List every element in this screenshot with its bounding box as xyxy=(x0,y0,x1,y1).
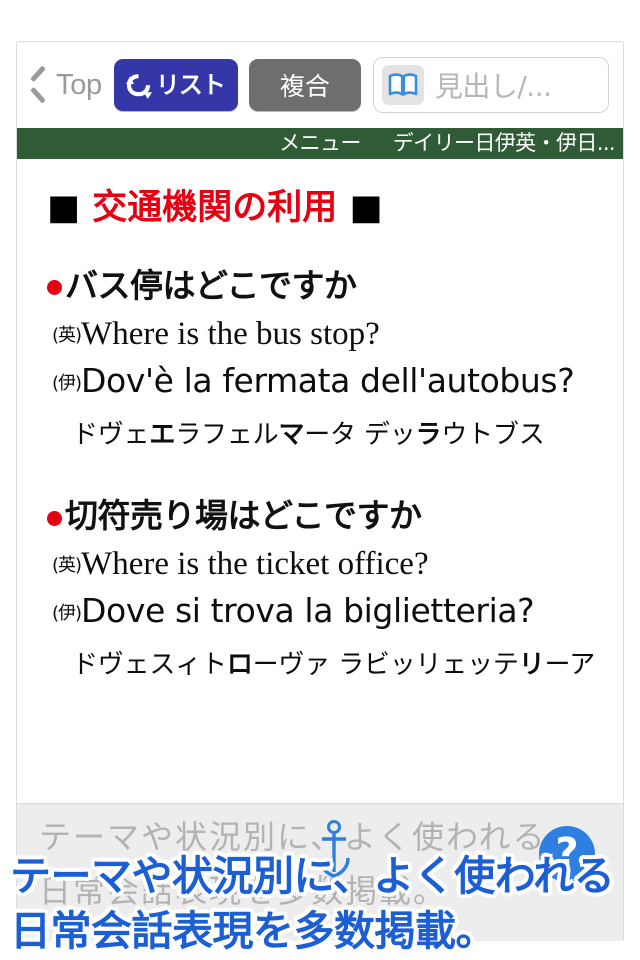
search-placeholder: 見出し/... xyxy=(434,70,552,103)
english-language-tag: (英) xyxy=(52,324,82,346)
dictionary-entry: 切符売り場はどこですか (英)Where is the ticket offic… xyxy=(35,496,611,681)
entry-headword[interactable]: バス停はどこですか xyxy=(47,266,611,306)
entry-headword-text: 切符売り場はどこですか xyxy=(65,496,422,536)
english-sentence: Where is the bus stop? xyxy=(81,315,380,352)
italian-sentence: Dov'è la fermata dell'autobus? xyxy=(81,360,575,400)
english-language-tag: (英) xyxy=(52,555,82,577)
heading-marker-left: ■ xyxy=(47,188,81,228)
entry-pronunciation: ドヴェスィトローヴァ ラビッリェッテリーア xyxy=(72,650,596,681)
anchor-icon xyxy=(317,820,351,880)
italian-language-tag: (伊) xyxy=(52,372,82,394)
section-heading: ■ 交通機関の利用 ■ xyxy=(47,187,611,229)
search-input[interactable]: 見出し/... xyxy=(372,57,609,113)
heading-marker-right: ■ xyxy=(349,188,383,228)
obscured-text-line-1: テーマや状況別に、よく使われる xyxy=(39,818,547,856)
compound-search-label: 複合 xyxy=(279,72,330,101)
entry-english: (英)Where is the bus stop? xyxy=(35,315,611,355)
entry-italian: (伊)Dove si trova la biglietteria? xyxy=(35,591,611,631)
compound-search-button[interactable]: 複合 xyxy=(248,59,361,111)
loop-arrow-icon xyxy=(125,72,152,99)
book-icon[interactable] xyxy=(381,65,424,105)
question-mark-icon[interactable]: ? xyxy=(539,826,595,882)
menu-button[interactable]: メニュー xyxy=(279,133,361,154)
bottom-toolbar-strip: テーマや状況別に、よく使われる 日常会話表現を多数掲載。 ? xyxy=(17,803,623,941)
bullet-icon xyxy=(47,280,62,296)
top-toolbar: Top リスト 複合 見出し/... xyxy=(17,42,623,128)
chevron-left-icon xyxy=(29,69,49,101)
entry-italian: (伊)Dov'è la fermata dell'autobus? xyxy=(35,361,611,401)
green-menu-bar: メニュー デイリー日伊英・伊日... xyxy=(17,128,623,159)
entry-pronunciation: ドヴェエラフェルマータ デッラウトブス xyxy=(72,420,545,451)
english-sentence: Where is the ticket office? xyxy=(81,546,429,583)
back-button[interactable]: Top xyxy=(29,69,106,102)
entry-headword[interactable]: 切符売り場はどこですか xyxy=(47,496,611,536)
help-glyph: ? xyxy=(555,829,579,876)
dictionary-content: ■ 交通機関の利用 ■ バス停はどこですか (英)Where is the bu… xyxy=(17,159,623,805)
section-heading-text: 交通機関の利用 xyxy=(92,188,338,228)
obscured-text-line-2: 日常会話表現を多数掲載。 xyxy=(39,872,448,910)
dictionary-title: デイリー日伊英・伊日... xyxy=(392,131,616,155)
back-button-label: Top xyxy=(56,68,102,101)
entry-headword-text: バス停はどこですか xyxy=(65,266,357,305)
italian-language-tag: (伊) xyxy=(52,602,82,624)
dictionary-entry: バス停はどこですか (英)Where is the bus stop? (伊)D… xyxy=(35,266,611,451)
bullet-icon xyxy=(47,510,62,526)
entry-english: (英)Where is the ticket office? xyxy=(35,545,611,585)
italian-sentence: Dove si trova la biglietteria? xyxy=(81,590,535,630)
list-button-label: リスト xyxy=(155,71,226,99)
list-button[interactable]: リスト xyxy=(113,59,238,111)
app-window: Top リスト 複合 見出し/... メニュー デイリー日伊英・伊日... ■ … xyxy=(16,41,624,941)
